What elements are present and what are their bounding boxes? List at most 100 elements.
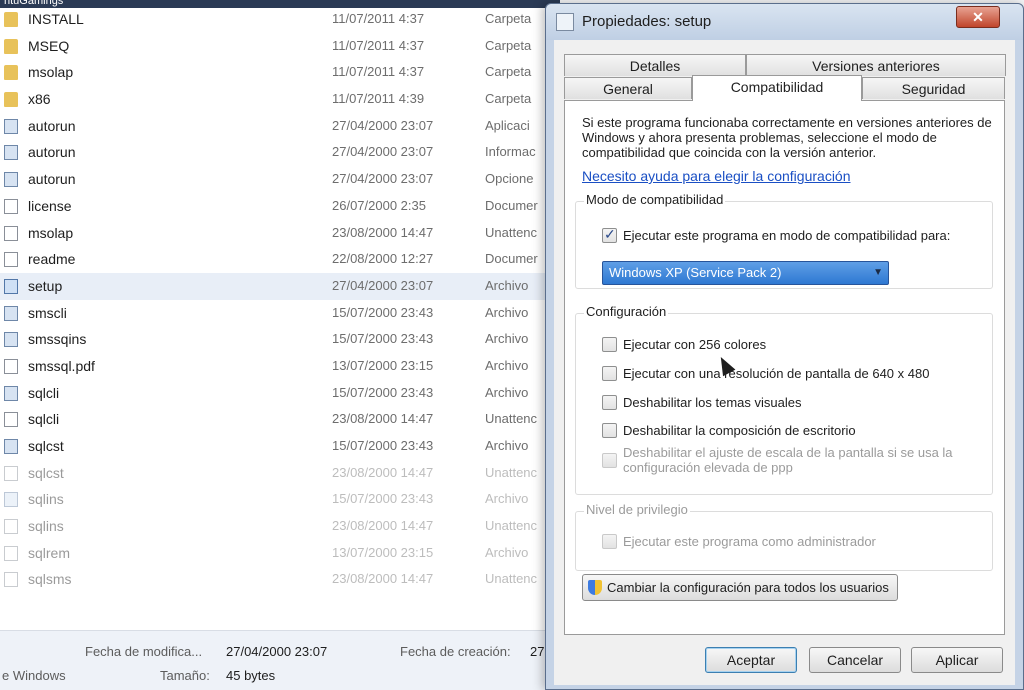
file-row[interactable]: smssql.pdf 13/07/2000 23:15 Archivo bbox=[0, 353, 560, 380]
cancel-button[interactable]: Cancelar bbox=[809, 647, 901, 673]
folder-icon bbox=[4, 92, 18, 108]
file-name: autorun bbox=[28, 171, 76, 188]
file-type: Unattenc bbox=[485, 571, 538, 587]
file-name: msolap bbox=[28, 64, 74, 81]
file-row[interactable]: sqlcli 15/07/2000 23:43 Archivo bbox=[0, 380, 560, 407]
compat-os-select[interactable]: Windows XP (Service Pack 2) ▼ bbox=[602, 261, 889, 285]
document-icon bbox=[4, 412, 18, 428]
chevron-down-icon: ▼ bbox=[873, 267, 883, 278]
app-icon bbox=[4, 332, 18, 348]
file-row[interactable]: msolap 23/08/2000 14:47 Unattenc bbox=[0, 220, 560, 247]
file-date: 26/07/2000 2:35 bbox=[332, 197, 426, 213]
uac-shield-icon bbox=[588, 580, 602, 595]
file-row[interactable]: sqlsms 23/08/2000 14:47 Unattenc bbox=[0, 566, 560, 593]
file-row[interactable]: sqlcli 23/08/2000 14:47 Unattenc bbox=[0, 406, 560, 433]
tab-seguridad[interactable]: Seguridad bbox=[862, 77, 1005, 99]
file-row[interactable]: MSEQ 11/07/2011 4:37 Carpeta bbox=[0, 33, 560, 60]
file-name: sqlrem bbox=[28, 544, 71, 561]
file-date: 27/04/2000 23:07 bbox=[332, 277, 434, 293]
file-row[interactable]: smscli 15/07/2000 23:43 Archivo bbox=[0, 300, 560, 327]
run-compat-checkbox[interactable] bbox=[602, 226, 617, 243]
file-row[interactable]: sqlrem 13/07/2000 23:15 Archivo bbox=[0, 540, 560, 567]
file-type: Informac bbox=[485, 144, 536, 160]
file-row[interactable]: readme 22/08/2000 12:27 Documer bbox=[0, 246, 560, 273]
file-date: 23/08/2000 14:47 bbox=[332, 411, 434, 427]
file-type: Archivo bbox=[485, 438, 529, 453]
file-type: Documer bbox=[485, 251, 538, 267]
file-type: Unattenc bbox=[485, 224, 538, 240]
disable-visual-themes-label: Deshabilitar los temas visuales bbox=[623, 395, 802, 410]
dialog-title: Propiedades: setup bbox=[582, 13, 712, 30]
file-date: 23/08/2000 14:47 bbox=[332, 464, 434, 480]
document-icon bbox=[4, 465, 18, 481]
file-row[interactable]: sqlcst 23/08/2000 14:47 Unattenc bbox=[0, 460, 560, 487]
folder-icon bbox=[4, 12, 18, 27]
file-row[interactable]: sqlins 23/08/2000 14:47 Unattenc bbox=[0, 513, 560, 540]
file-type: Archivo bbox=[485, 277, 529, 293]
size-label: Tamaño: bbox=[160, 668, 210, 683]
intro-text: Si este programa funcionaba correctament… bbox=[582, 115, 992, 160]
app-icon bbox=[4, 439, 18, 454]
file-row[interactable]: autorun 27/04/2000 23:07 Informac bbox=[0, 139, 560, 166]
dialog-titlebar[interactable]: Propiedades: setup ✕ bbox=[546, 4, 1023, 40]
file-type: Carpeta bbox=[485, 91, 532, 107]
ok-button[interactable]: Aceptar bbox=[705, 647, 797, 673]
file-row[interactable]: setup 27/04/2000 23:07 Archivo bbox=[0, 272, 560, 300]
file-name: INSTALL bbox=[28, 11, 84, 27]
file-row[interactable]: INSTALL 11/07/2011 4:37 Carpeta bbox=[0, 6, 560, 33]
disable-desktop-composition-checkbox[interactable] bbox=[602, 423, 617, 438]
tab-compatibilidad[interactable]: Compatibilidad bbox=[692, 75, 862, 101]
run-256-colors-checkbox[interactable] bbox=[602, 337, 617, 352]
file-type: Documer bbox=[485, 197, 538, 213]
file-name: setup bbox=[28, 277, 63, 294]
file-type-partial: e Windows bbox=[2, 668, 66, 683]
file-properties-icon bbox=[556, 13, 574, 31]
compatibility-panel: Si este programa funcionaba correctament… bbox=[564, 100, 1005, 635]
file-date: 27/04/2000 23:07 bbox=[332, 117, 434, 133]
file-name: autorun bbox=[28, 117, 76, 134]
file-date: 11/07/2011 4:37 bbox=[332, 37, 425, 53]
file-date: 27/04/2000 23:07 bbox=[332, 144, 434, 160]
document-icon bbox=[4, 545, 18, 561]
run-as-admin-label: Ejecutar este programa como administrado… bbox=[623, 534, 876, 549]
file-name: smssql.pdf bbox=[28, 357, 95, 374]
file-row[interactable]: sqlcst 15/07/2000 23:43 Archivo bbox=[0, 433, 560, 460]
file-date: 23/08/2000 14:47 bbox=[332, 518, 434, 534]
change-all-users-button[interactable]: Cambiar la configuración para todos los … bbox=[582, 574, 898, 601]
change-all-users-label: Cambiar la configuración para todos los … bbox=[607, 580, 889, 595]
file-type: Archivo bbox=[485, 331, 529, 347]
file-type: Unattenc bbox=[485, 411, 538, 427]
file-name: readme bbox=[28, 251, 76, 268]
document-icon bbox=[4, 572, 18, 588]
run-640x480-checkbox[interactable] bbox=[602, 366, 617, 381]
file-name: license bbox=[28, 197, 72, 214]
created-label: Fecha de creación: bbox=[400, 644, 511, 659]
file-row[interactable]: msolap 11/07/2011 4:37 Carpeta bbox=[0, 59, 560, 86]
close-button[interactable]: ✕ bbox=[956, 6, 1000, 28]
file-date: 15/07/2000 23:43 bbox=[332, 384, 434, 400]
tab-detalles[interactable]: Detalles bbox=[564, 54, 746, 76]
tab-general[interactable]: General bbox=[564, 77, 692, 99]
file-date: 13/07/2000 23:15 bbox=[332, 544, 434, 560]
file-row[interactable]: license 26/07/2000 2:35 Documer bbox=[0, 193, 560, 220]
file-name: smscli bbox=[28, 304, 67, 321]
file-row[interactable]: sqlins 15/07/2000 23:43 Archivo bbox=[0, 486, 560, 513]
app-icon bbox=[4, 118, 18, 134]
setup-icon bbox=[4, 278, 18, 294]
explorer-window: ntuGamings INSTALL 11/07/2011 4:37 Carpeta… bbox=[0, 0, 560, 690]
tab-versiones-anteriores[interactable]: Versiones anteriores bbox=[746, 54, 1006, 76]
help-link[interactable]: Necesito ayuda para elegir la configurac… bbox=[582, 168, 851, 184]
created-value: 27 bbox=[530, 644, 545, 659]
file-row[interactable]: autorun 27/04/2000 23:07 Opcione bbox=[0, 166, 560, 193]
file-row[interactable]: x86 11/07/2011 4:39 Carpeta bbox=[0, 86, 560, 113]
file-date: 27/04/2000 23:07 bbox=[332, 171, 434, 187]
apply-button[interactable]: Aplicar bbox=[911, 647, 1003, 673]
file-row[interactable]: autorun 27/04/2000 23:07 Aplicaci bbox=[0, 113, 560, 140]
file-type: Opcione bbox=[485, 171, 534, 187]
document-icon bbox=[4, 225, 18, 241]
file-row[interactable]: smssqins 15/07/2000 23:43 Archivo bbox=[0, 326, 560, 353]
app-icon bbox=[4, 305, 18, 321]
file-date: 13/07/2000 23:15 bbox=[332, 357, 434, 373]
app-icon bbox=[4, 385, 18, 401]
disable-visual-themes-checkbox[interactable] bbox=[602, 395, 617, 410]
